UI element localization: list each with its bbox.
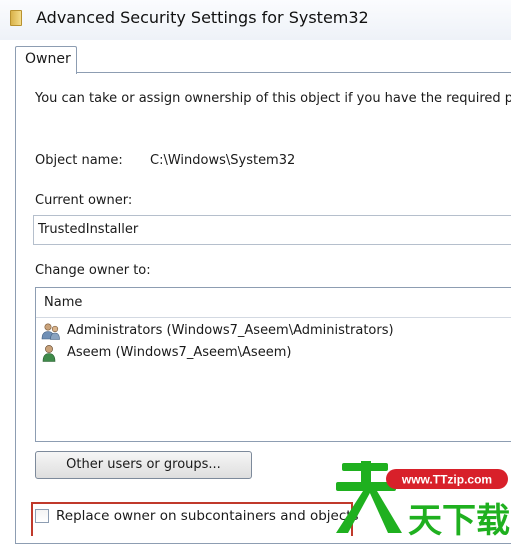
- object-name-label: Object name:: [35, 153, 123, 168]
- user-icon: [42, 345, 56, 362]
- ownership-description: You can take or assign ownership of this…: [35, 91, 511, 106]
- list-item-label: Aseem (Windows7_Aseem\Aseem): [67, 345, 292, 360]
- tab-owner-label: Owner: [25, 51, 71, 67]
- replace-owner-checkbox[interactable]: [35, 509, 49, 523]
- change-owner-label: Change owner to:: [35, 263, 151, 278]
- list-item-aseem[interactable]: Aseem (Windows7_Aseem\Aseem): [40, 343, 511, 363]
- title-bar: Advanced Security Settings for System32: [0, 0, 511, 40]
- tab-owner[interactable]: Owner: [15, 46, 77, 74]
- folder-icon: [10, 10, 22, 26]
- current-owner-label: Current owner:: [35, 193, 133, 208]
- replace-owner-label: Replace owner on subcontainers and objec…: [56, 508, 359, 524]
- list-item-label: Administrators (Windows7_Aseem\Administr…: [67, 323, 394, 338]
- list-item-administrators[interactable]: Administrators (Windows7_Aseem\Administr…: [40, 321, 511, 341]
- other-users-button-label: Other users or groups...: [66, 457, 221, 472]
- owner-list[interactable]: Name Administrators (Windows7_Aseem\Admi…: [35, 287, 511, 442]
- window-title: Advanced Security Settings for System32: [36, 8, 369, 27]
- other-users-or-groups-button[interactable]: Other users or groups...: [35, 451, 252, 479]
- list-column-header-name[interactable]: Name: [36, 288, 511, 318]
- list-column-header-label: Name: [44, 295, 83, 310]
- object-name-value: C:\Windows\System32: [150, 153, 296, 168]
- group-users-icon: [41, 323, 60, 340]
- current-owner-value: TrustedInstaller: [38, 222, 139, 237]
- current-owner-field[interactable]: TrustedInstaller: [33, 215, 511, 245]
